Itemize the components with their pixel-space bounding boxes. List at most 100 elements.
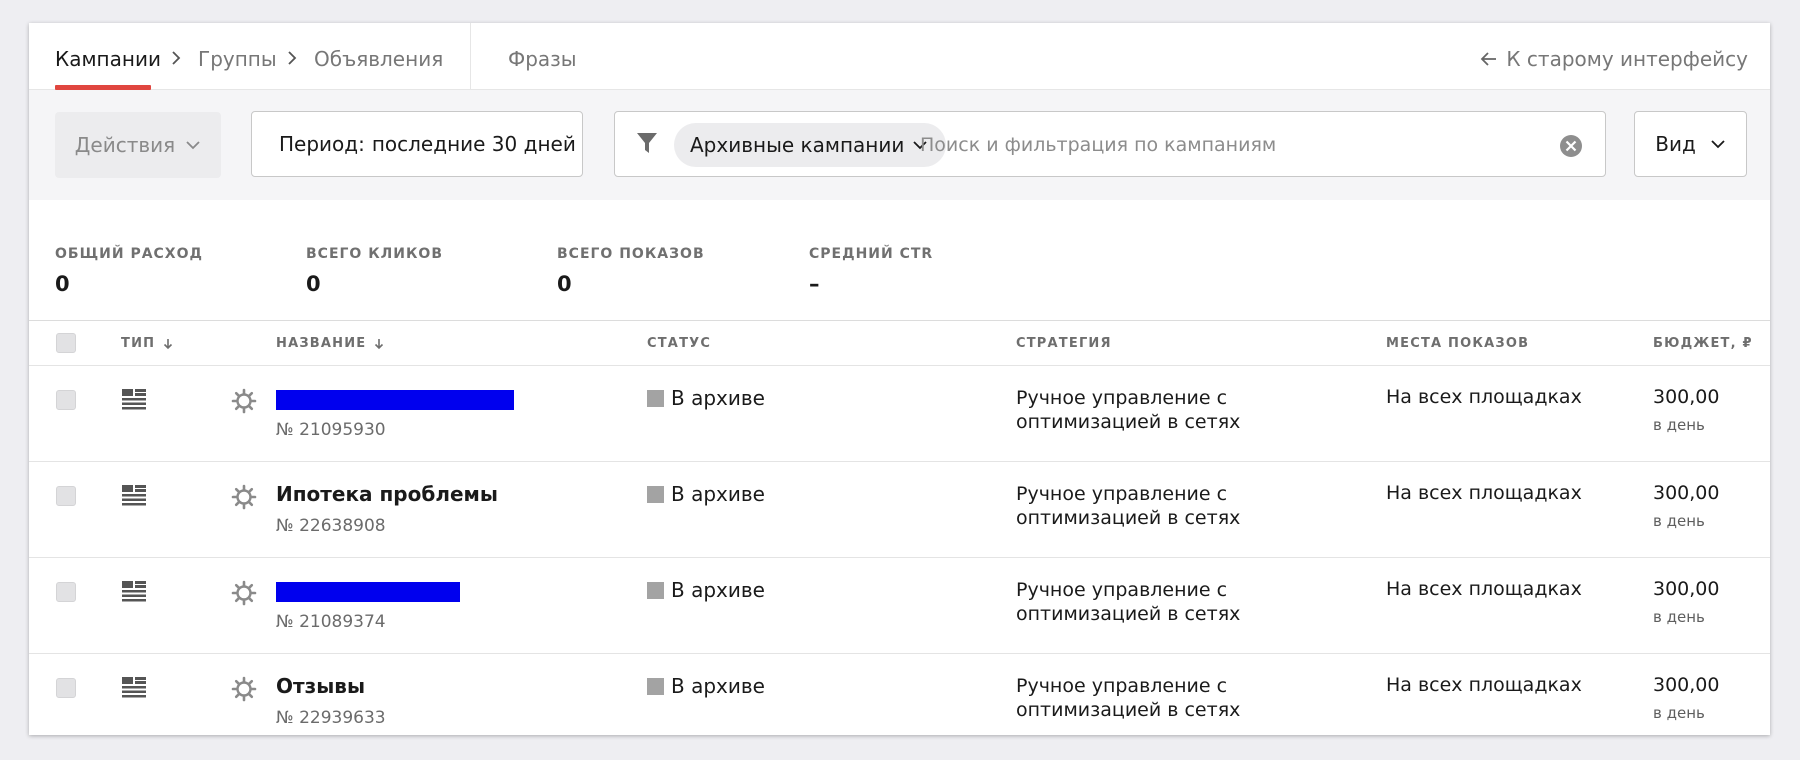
table-row: Ипотека проблемы № 22638908 В архиве Руч… (29, 462, 1770, 558)
search-input[interactable] (920, 124, 1540, 166)
column-places-header: МЕСТА ПОКАЗОВ (1386, 336, 1529, 351)
arrow-down-icon (164, 338, 173, 349)
campaign-name-link[interactable]: Ипотека проблемы (276, 482, 498, 506)
toolbar: Действия Период: последние 30 дней Архив… (29, 90, 1770, 200)
text-campaign-icon (122, 677, 146, 698)
places-cell: На всех площадках (1386, 674, 1582, 696)
status-cell: В архиве (647, 482, 765, 506)
campaign-name-redacted[interactable] (276, 582, 460, 602)
view-label: Вид (1655, 132, 1696, 156)
places-cell: На всех площадках (1386, 386, 1582, 408)
row-checkbox[interactable] (56, 582, 76, 602)
stat-label: ОБЩИЙ РАСХОД (55, 246, 203, 262)
column-status-label: СТАТУС (647, 336, 712, 351)
stat-total-clicks: ВСЕГО КЛИКОВ 0 (306, 246, 443, 296)
status-cell: В архиве (647, 674, 765, 698)
column-budget-label: БЮДЖЕТ, ₽ (1653, 336, 1753, 351)
stat-label: ВСЕГО ПОКАЗОВ (557, 246, 705, 262)
chevron-down-icon (1711, 140, 1725, 149)
budget-amount: 300,00 (1653, 482, 1720, 504)
tab-bar: Кампании Группы Объявления Фразы К старо… (29, 23, 1770, 90)
stat-value: 0 (55, 272, 70, 296)
table-header: ТИП НАЗВАНИЕ СТАТУС СТРАТЕГИЯ МЕСТА ПОКА… (29, 321, 1770, 366)
budget-period: в день (1653, 704, 1705, 722)
gear-icon[interactable] (231, 388, 257, 414)
campaigns-panel: Кампании Группы Объявления Фразы К старо… (29, 23, 1770, 735)
column-places-label: МЕСТА ПОКАЗОВ (1386, 336, 1530, 351)
gear-icon[interactable] (231, 580, 257, 606)
tab-phrases[interactable]: Фразы (508, 47, 577, 71)
text-campaign-icon (122, 389, 146, 410)
select-all-checkbox[interactable] (56, 333, 76, 353)
actions-label: Действия (74, 133, 176, 157)
archived-status-icon (647, 389, 664, 407)
column-strategy-header: СТРАТЕГИЯ (1016, 336, 1112, 351)
row-checkbox[interactable] (56, 390, 76, 410)
column-type-label: ТИП (121, 336, 156, 351)
campaign-id: № 21095930 (276, 420, 386, 440)
archived-status-icon (647, 677, 664, 695)
stats-summary: ОБЩИЙ РАСХОД 0 ВСЕГО КЛИКОВ 0 ВСЕГО ПОКА… (29, 200, 1770, 321)
period-value: последние 30 дней (371, 132, 576, 156)
archived-campaigns-filter-chip[interactable]: Архивные кампании (674, 123, 947, 167)
old-interface-link[interactable]: К старому интерфейсу (1480, 47, 1748, 71)
filter-chip-label: Архивные кампании (690, 133, 905, 157)
budget-period: в день (1653, 608, 1705, 626)
strategy-line: Ручное управление с (1016, 675, 1228, 697)
budget-amount: 300,00 (1653, 578, 1720, 600)
column-name-header[interactable]: НАЗВАНИЕ (276, 336, 384, 351)
funnel-icon[interactable] (636, 131, 658, 155)
stat-value: – (809, 272, 820, 296)
actions-dropdown[interactable]: Действия (55, 112, 221, 178)
tab-divider (470, 23, 471, 90)
strategy-line: Ручное управление с (1016, 387, 1228, 409)
strategy-line: оптимизацией в сетях (1016, 411, 1241, 433)
strategy-line: Ручное управление с (1016, 579, 1228, 601)
campaign-search-filter[interactable]: Архивные кампании (614, 111, 1606, 177)
column-strategy-label: СТРАТЕГИЯ (1016, 336, 1112, 351)
strategy-cell: Ручное управление с оптимизацией в сетях (1016, 482, 1296, 530)
tab-ads[interactable]: Объявления (314, 47, 443, 71)
tab-campaigns[interactable]: Кампании (55, 47, 161, 71)
gear-icon[interactable] (231, 676, 257, 702)
status-label: В архиве (671, 386, 765, 410)
table-row: № 21089374 В архиве Ручное управление с … (29, 558, 1770, 654)
view-dropdown[interactable]: Вид (1634, 111, 1747, 177)
campaign-id: № 22939633 (276, 708, 386, 728)
budget-period: в день (1653, 416, 1705, 434)
places-cell: На всех площадках (1386, 482, 1582, 504)
status-label: В архиве (671, 578, 765, 602)
column-name-label: НАЗВАНИЕ (276, 336, 367, 351)
places-cell: На всех площадках (1386, 578, 1582, 600)
budget-amount: 300,00 (1653, 674, 1720, 696)
text-campaign-icon (122, 485, 146, 506)
strategy-line: оптимизацией в сетях (1016, 507, 1241, 529)
arrow-down-icon (375, 338, 384, 349)
gear-icon[interactable] (231, 484, 257, 510)
stat-label: ВСЕГО КЛИКОВ (306, 246, 444, 262)
stat-total-impressions: ВСЕГО ПОКАЗОВ 0 (557, 246, 705, 296)
column-type-header[interactable]: ТИП (121, 336, 173, 351)
period-dropdown[interactable]: Период: последние 30 дней (251, 111, 583, 177)
status-label: В архиве (671, 674, 765, 698)
archived-status-icon (647, 485, 664, 503)
status-cell: В архиве (647, 386, 765, 410)
strategy-cell: Ручное управление с оптимизацией в сетях (1016, 578, 1296, 626)
campaign-name-link[interactable]: Отзывы (276, 674, 365, 698)
campaign-name-redacted[interactable] (276, 390, 514, 410)
row-checkbox[interactable] (56, 486, 76, 506)
tab-groups[interactable]: Группы (198, 47, 277, 71)
clear-circle-icon[interactable] (1559, 134, 1583, 158)
stat-value: 0 (306, 272, 321, 296)
status-label: В архиве (671, 482, 765, 506)
status-cell: В архиве (647, 578, 765, 602)
budget-amount: 300,00 (1653, 386, 1720, 408)
strategy-line: оптимизацией в сетях (1016, 603, 1241, 625)
chevron-right-icon (172, 51, 181, 65)
column-budget-header: БЮДЖЕТ, ₽ (1653, 336, 1753, 351)
table-row: Отзывы № 22939633 В архиве Ручное управл… (29, 654, 1770, 735)
row-checkbox[interactable] (56, 678, 76, 698)
chevron-right-icon (288, 51, 297, 65)
strategy-line: Ручное управление с (1016, 483, 1228, 505)
column-status-header: СТАТУС (647, 336, 711, 351)
